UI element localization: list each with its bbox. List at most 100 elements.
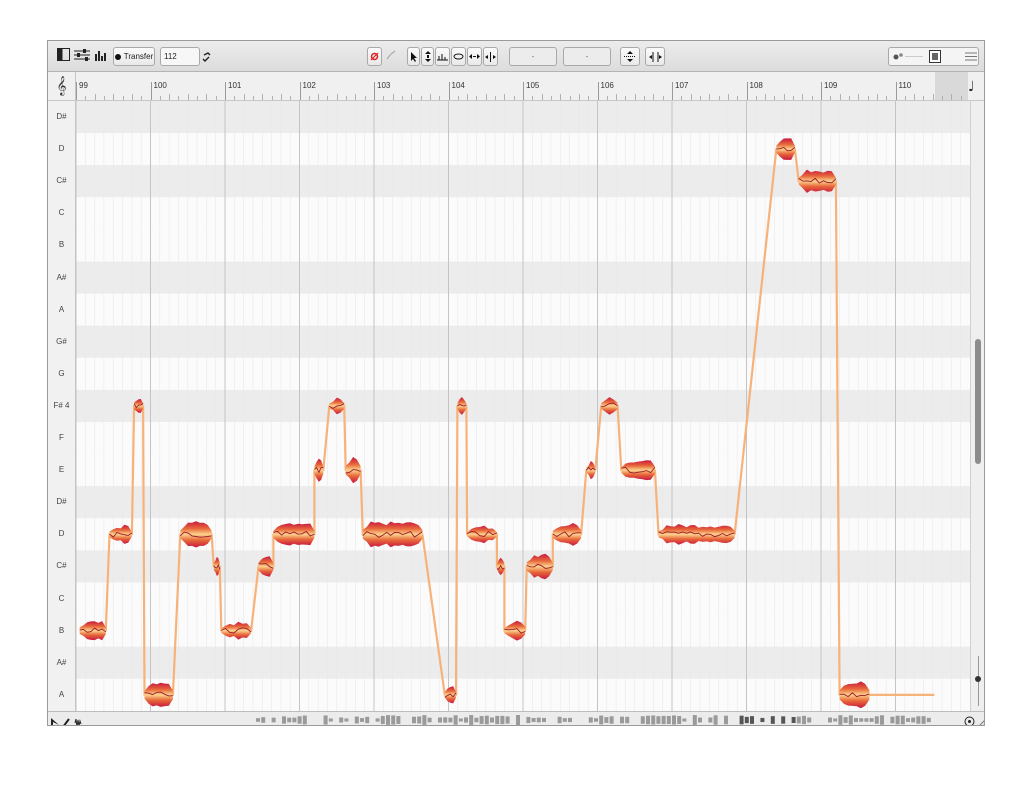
formant-tool-icon[interactable]	[435, 47, 450, 66]
overview-waveform-segment	[386, 715, 390, 725]
time-macro-button[interactable]	[645, 47, 665, 66]
note-editor-grid[interactable]	[76, 101, 970, 711]
overview-waveform-segment	[900, 715, 905, 725]
overview-waveform-segment	[557, 716, 562, 724]
ruler-tick	[793, 96, 795, 100]
tempo-value: 112	[164, 52, 177, 61]
bar-number: 105	[523, 82, 539, 100]
overview-waveform-segment	[692, 715, 697, 725]
overview-waveform[interactable]	[256, 713, 936, 726]
note-blob[interactable]	[273, 523, 315, 546]
overview-waveform-segment	[271, 717, 276, 723]
pitch-key-label: G	[58, 368, 65, 378]
pitch-ruler[interactable]: D# D C# C B A# A G# G F# 4 F E D# D C# C B A# A	[48, 101, 76, 711]
main-tool-icon[interactable]	[407, 47, 420, 66]
note-blob[interactable]	[144, 682, 173, 707]
ruler-tick	[485, 94, 487, 100]
pitch-key-label: C#	[56, 561, 67, 571]
pitch-macro-button[interactable]	[620, 47, 640, 66]
overview-waveform-segment	[256, 718, 260, 722]
overview-waveform-segment	[282, 716, 286, 724]
mixer-sliders-icon[interactable]	[74, 48, 90, 66]
loop-icon[interactable]	[964, 714, 975, 725]
overview-waveform-segment	[864, 718, 869, 722]
overview-waveform-segment	[609, 716, 614, 724]
ruler-tick	[923, 96, 925, 100]
overview-waveform-segment	[661, 715, 666, 725]
overview-waveform-segment	[531, 717, 536, 723]
clef-button[interactable]: 𝄞	[48, 72, 76, 100]
bar-number: 102	[299, 82, 316, 100]
ruler-tick	[178, 96, 180, 100]
time-macro-icon	[648, 51, 662, 62]
bar-ruler[interactable]: 𝄞 99 100 101 102 103 104 105 106 107 108 109 110 ♩	[48, 72, 984, 101]
bar-number: 104	[448, 82, 465, 100]
ruler-tick	[169, 94, 171, 100]
track-list-icon[interactable]	[965, 52, 977, 61]
overview-waveform-segment	[833, 718, 838, 722]
toolbar: Transfer 112 - -	[48, 41, 984, 72]
zoom-knob-icon[interactable]	[975, 676, 981, 682]
ruler-tick	[616, 94, 618, 100]
overview-waveform-segment	[708, 717, 713, 723]
pitch-key-label: D	[58, 144, 65, 154]
transfer-button[interactable]: Transfer	[113, 47, 155, 66]
overview-waveform-segment	[869, 718, 874, 722]
ruler-tick	[914, 94, 916, 100]
tempo-link-button[interactable]	[200, 47, 212, 66]
resize-grip-icon[interactable]	[976, 716, 984, 725]
ruler-tick	[141, 96, 143, 100]
vertical-scrollbar[interactable]	[970, 101, 984, 711]
overview-waveform-segment	[297, 716, 302, 724]
pitch-key-label: A	[58, 304, 65, 314]
amplitude-tool-icon[interactable]	[451, 47, 466, 66]
pitch-grid-icon[interactable]	[385, 49, 397, 61]
note-assignment-icon[interactable]	[94, 48, 108, 66]
overview-waveform-segment	[854, 717, 858, 723]
ruler-tick	[811, 96, 813, 100]
view-toggle-icon[interactable]	[929, 50, 941, 63]
pitch-dropdown[interactable]: -	[509, 47, 557, 66]
overview-waveform-segment	[344, 718, 349, 722]
note-value-button[interactable]: ♩	[968, 78, 984, 96]
ruler-tick	[560, 94, 562, 100]
ruler-tick	[681, 96, 683, 100]
overview-waveform-segment	[906, 718, 910, 722]
pitch-snap-button[interactable]	[367, 47, 382, 66]
ruler-tick	[327, 96, 329, 100]
note-editor-canvas[interactable]	[76, 101, 970, 711]
ruler-tick	[318, 94, 320, 100]
ruler-tick	[644, 96, 646, 100]
ruler-tick	[960, 96, 962, 100]
overview-waveform-segment	[890, 716, 895, 724]
inspector-toggle-icon[interactable]	[57, 48, 70, 66]
tempo-field[interactable]: 112	[160, 47, 200, 66]
vertical-scroll-thumb[interactable]	[975, 339, 981, 464]
overview-waveform-segment	[604, 717, 609, 723]
overview-waveform-segment	[323, 715, 328, 725]
separation-tool-icon[interactable]	[483, 47, 498, 66]
link-icon	[201, 51, 211, 62]
ruler-tick	[85, 96, 87, 100]
toolbar-left-group	[57, 48, 108, 66]
overview-waveform-segment	[391, 715, 396, 725]
overview-waveform-segment	[744, 716, 749, 724]
ruler-tick	[830, 96, 832, 100]
ruler-tick	[495, 96, 497, 100]
overview-waveform-segment	[599, 715, 604, 725]
pitch-key-label: E	[58, 465, 65, 475]
playhead-icon[interactable]	[51, 715, 60, 725]
ruler-tick	[886, 96, 888, 100]
time-dropdown[interactable]: -	[563, 47, 611, 66]
overview-waveform-segment	[469, 715, 474, 725]
pitch-tool-icon[interactable]	[421, 47, 434, 66]
pencil-icon[interactable]	[62, 715, 70, 725]
overview-waveform-segment	[921, 716, 926, 724]
waveform-toggle-icon[interactable]	[74, 715, 82, 725]
bar-number: 106	[597, 82, 614, 100]
overview-waveform-segment	[516, 715, 520, 725]
timing-tool-icon[interactable]	[467, 47, 482, 66]
zoom-and-view-controls[interactable]	[888, 47, 979, 66]
overview-waveform-segment	[448, 717, 453, 723]
overview-waveform-segment	[438, 717, 442, 723]
